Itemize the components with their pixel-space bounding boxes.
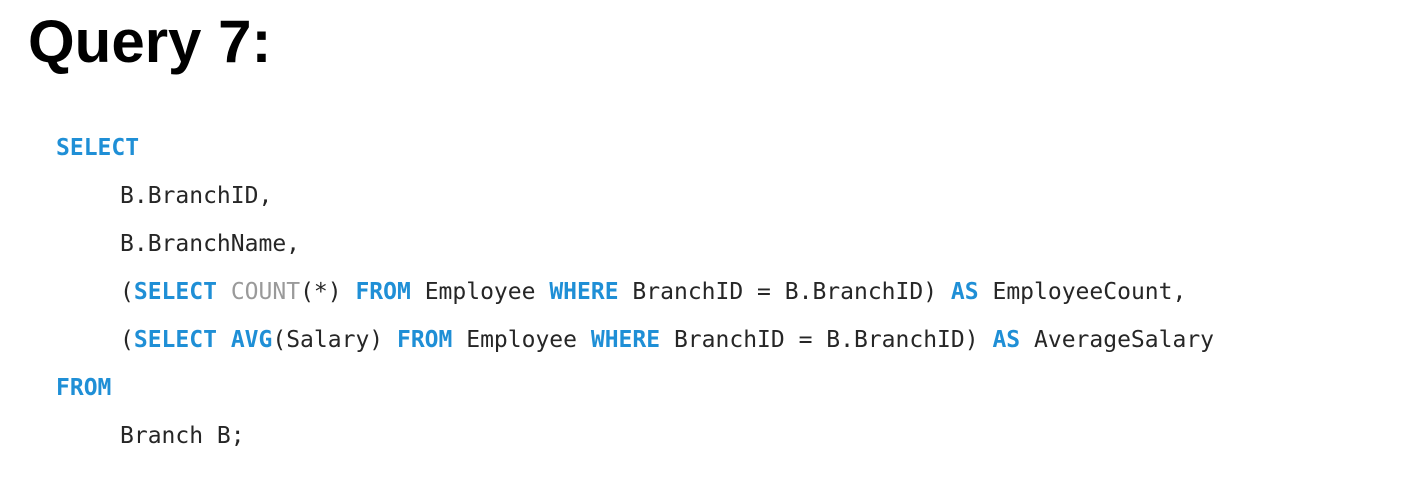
code-line-from: FROM	[56, 364, 1214, 412]
sql-text: (	[120, 279, 134, 305]
code-line-branch-name: B.BranchName,	[56, 220, 1214, 268]
code-line-average-salary: (SELECT AVG(Salary) FROM Employee WHERE …	[56, 316, 1214, 364]
sql-function: COUNT	[230, 279, 301, 305]
sql-text: AverageSalary	[1020, 327, 1215, 353]
sql-text: BranchID = B.BranchID)	[618, 279, 951, 305]
sql-keyword: SELECT	[133, 279, 217, 305]
sql-text: Branch B;	[120, 423, 245, 449]
sql-keyword: SELECT	[56, 135, 140, 161]
sql-text: (	[120, 327, 134, 353]
sql-text: B.BranchName,	[120, 231, 301, 257]
sql-text: (*)	[300, 279, 356, 305]
sql-keyword: AVG	[230, 327, 273, 353]
sql-keyword: FROM	[355, 279, 411, 305]
sql-text: (Salary)	[272, 327, 397, 353]
sql-code-block: SELECT B.BranchID, B.BranchName, (SELECT…	[56, 124, 1214, 460]
sql-text: B.BranchID,	[120, 183, 273, 209]
sql-text: Employee	[410, 279, 550, 305]
sql-text: EmployeeCount,	[978, 279, 1187, 305]
code-line-select: SELECT	[56, 124, 1214, 172]
sql-keyword: WHERE	[590, 327, 661, 353]
sql-text: Employee	[452, 327, 591, 353]
sql-text: BranchID = B.BranchID)	[660, 327, 993, 353]
code-line-branch-table: Branch B;	[56, 412, 1214, 460]
sql-keyword: FROM	[56, 375, 112, 401]
sql-keyword: AS	[992, 327, 1021, 353]
code-line-branch-id: B.BranchID,	[56, 172, 1214, 220]
sql-keyword: WHERE	[549, 279, 619, 305]
sql-keyword: AS	[950, 279, 979, 305]
sql-keyword: SELECT	[133, 327, 217, 353]
page-title: Query 7:	[28, 8, 272, 75]
sql-keyword: FROM	[396, 327, 453, 353]
code-line-employee-count: (SELECT COUNT(*) FROM Employee WHERE Bra…	[56, 268, 1214, 316]
